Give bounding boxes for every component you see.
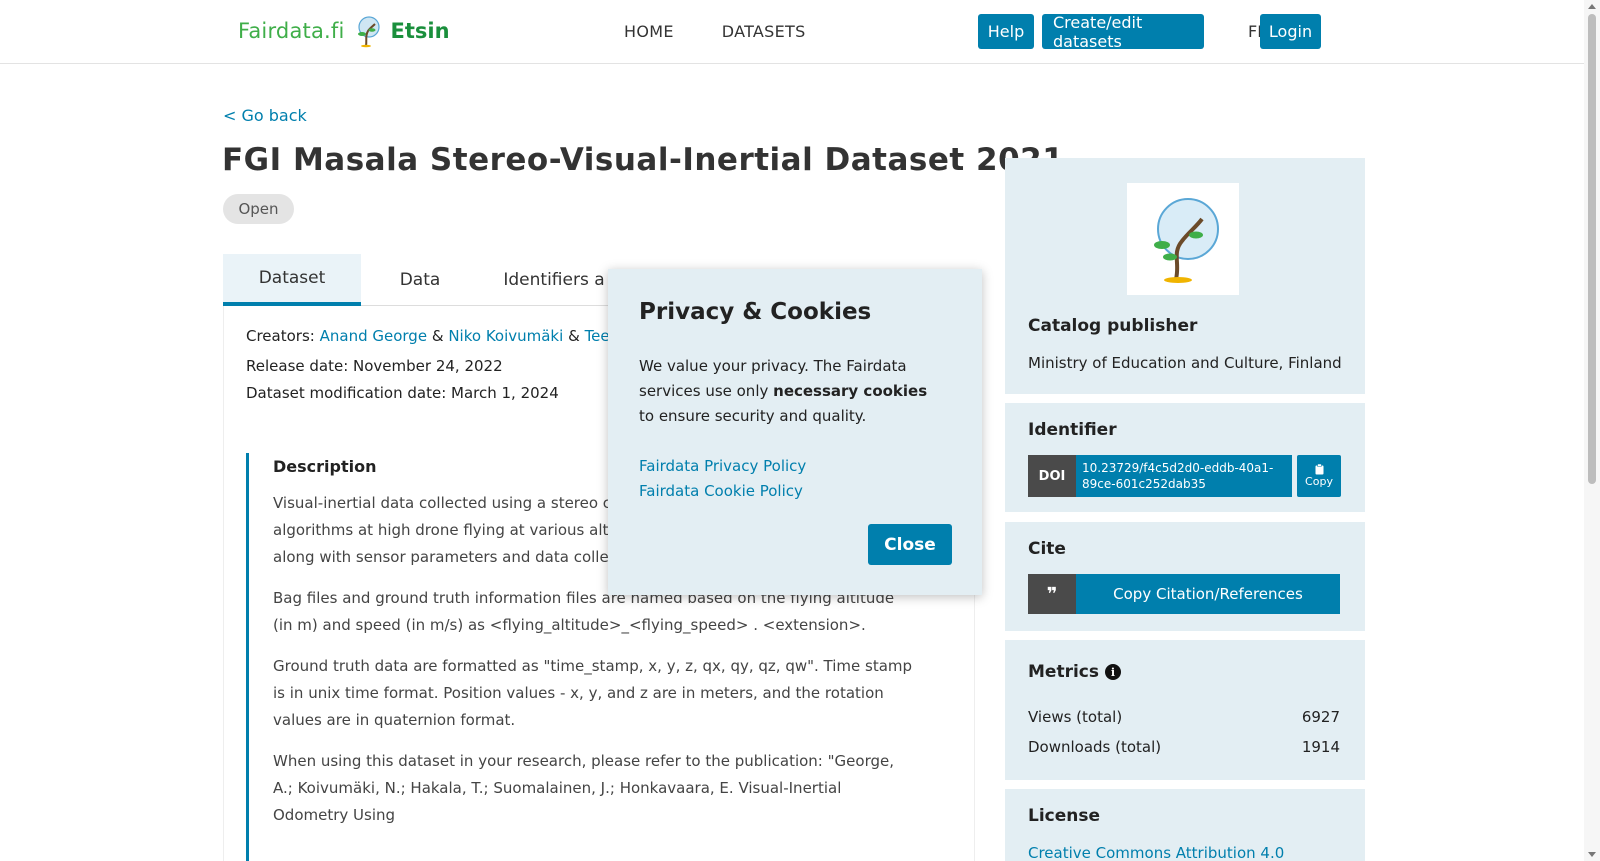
- copy-label: Copy: [1305, 475, 1333, 488]
- tab-identifiers[interactable]: Identifiers a: [479, 254, 629, 306]
- info-icon[interactable]: i: [1104, 664, 1121, 680]
- access-badge: Open: [223, 194, 294, 224]
- creator-link[interactable]: Anand George: [320, 327, 427, 345]
- dialog-title: Privacy & Cookies: [639, 299, 872, 325]
- scroll-up-arrow-icon[interactable]: [1588, 4, 1596, 9]
- description-paragraph: When using this dataset in your research…: [273, 752, 894, 824]
- doi-label: DOI: [1028, 455, 1076, 497]
- metric-row: Views (total) 6927: [1028, 708, 1340, 726]
- metric-row: Downloads (total) 1914: [1028, 738, 1340, 756]
- metric-value: 6927: [1301, 708, 1340, 726]
- scroll-down-arrow-icon[interactable]: [1588, 852, 1596, 857]
- main-nav: HOME DATASETS: [624, 22, 806, 41]
- metrics-box: Metrics i Views (total) 6927 Downloads (t…: [1005, 640, 1365, 780]
- catalog-publisher-heading: Catalog publisher: [1028, 316, 1198, 336]
- license-link[interactable]: Creative Commons Attribution 4.0: [1028, 844, 1284, 861]
- creator-separator: &: [431, 327, 444, 345]
- dataset-title: FGI Masala Stereo-Visual-Inertial Datase…: [222, 142, 1065, 178]
- metrics-heading: Metrics: [1028, 662, 1099, 682]
- doi-field: DOI 10.23729/f4c5d2d0-eddb-40a1-89ce-601…: [1028, 455, 1341, 497]
- creator-link[interactable]: Niko Koivumäki: [448, 327, 563, 345]
- description-paragraph: Ground truth data are formatted as "time…: [273, 657, 913, 729]
- creators-label: Creators:: [246, 327, 315, 345]
- cite-box: Cite ❞ Copy Citation/References: [1005, 522, 1365, 631]
- fairdata-logo[interactable]: Fairdata.fi Etsin: [238, 14, 450, 48]
- tree-logo-icon: [357, 16, 380, 48]
- privacy-cookies-dialog: Privacy & Cookies We value your privacy.…: [608, 269, 982, 595]
- tab-data[interactable]: Data: [361, 254, 479, 306]
- modification-date: Dataset modification date: March 1, 2024: [246, 384, 559, 402]
- publisher-logo: [1127, 183, 1239, 295]
- tree-logo-icon: [1154, 198, 1219, 283]
- nav-datasets[interactable]: DATASETS: [722, 22, 806, 41]
- privacy-policy-link[interactable]: Fairdata Privacy Policy: [639, 457, 806, 475]
- license-box: License Creative Commons Attribution 4.0: [1005, 789, 1365, 861]
- identifier-box: Identifier DOI 10.23729/f4c5d2d0-eddb-40…: [1005, 403, 1365, 512]
- metric-label: Downloads (total): [1028, 738, 1162, 756]
- scrollbar-thumb[interactable]: [1588, 14, 1596, 484]
- dialog-text-bold: necessary cookies: [773, 382, 928, 400]
- go-back-link[interactable]: < Go back: [223, 106, 307, 125]
- logo-text: Fairdata.fi: [238, 19, 345, 43]
- page-scrollbar[interactable]: [1584, 0, 1600, 861]
- metric-value: 1914: [1301, 738, 1340, 756]
- quote-icon: ❞: [1028, 574, 1076, 614]
- close-button[interactable]: Close: [868, 524, 952, 565]
- site-header: Fairdata.fi Etsin HOME DATASETS Help Cre…: [0, 0, 1584, 64]
- cite-heading: Cite: [1028, 539, 1066, 559]
- nav-home[interactable]: HOME: [624, 22, 674, 41]
- cookie-policy-link[interactable]: Fairdata Cookie Policy: [639, 482, 803, 500]
- metrics-heading-row: Metrics i: [1028, 662, 1121, 682]
- creator-separator: &: [568, 327, 580, 345]
- copy-citation-button[interactable]: ❞ Copy Citation/References: [1028, 574, 1340, 614]
- dialog-text-end: to ensure security and quality.: [639, 407, 867, 425]
- tab-dataset[interactable]: Dataset: [223, 254, 361, 306]
- release-date: Release date: November 24, 2022: [246, 357, 503, 375]
- creators-line: Creators: Anand George & Niko Koivumäki …: [246, 327, 634, 345]
- doi-value[interactable]: 10.23729/f4c5d2d0-eddb-40a1-89ce-601c252…: [1076, 455, 1292, 497]
- login-button[interactable]: Login: [1260, 14, 1321, 49]
- copy-doi-button[interactable]: Copy: [1297, 455, 1341, 497]
- clipboard-icon: [1315, 464, 1323, 475]
- catalog-publisher-box: Catalog publisher Ministry of Education …: [1005, 158, 1365, 394]
- license-heading: License: [1028, 806, 1101, 826]
- metric-label: Views (total): [1028, 708, 1123, 726]
- logo-app-name: Etsin: [390, 19, 450, 43]
- create-edit-datasets-button[interactable]: Create/edit datasets: [1042, 13, 1204, 51]
- catalog-publisher-name: Ministry of Education and Culture, Finla…: [1028, 354, 1342, 372]
- copy-citation-label: Copy Citation/References: [1076, 574, 1340, 614]
- identifier-heading: Identifier: [1028, 420, 1117, 440]
- dialog-text: We value your privacy. The Fairdata serv…: [639, 354, 939, 429]
- help-button[interactable]: Help: [978, 14, 1034, 49]
